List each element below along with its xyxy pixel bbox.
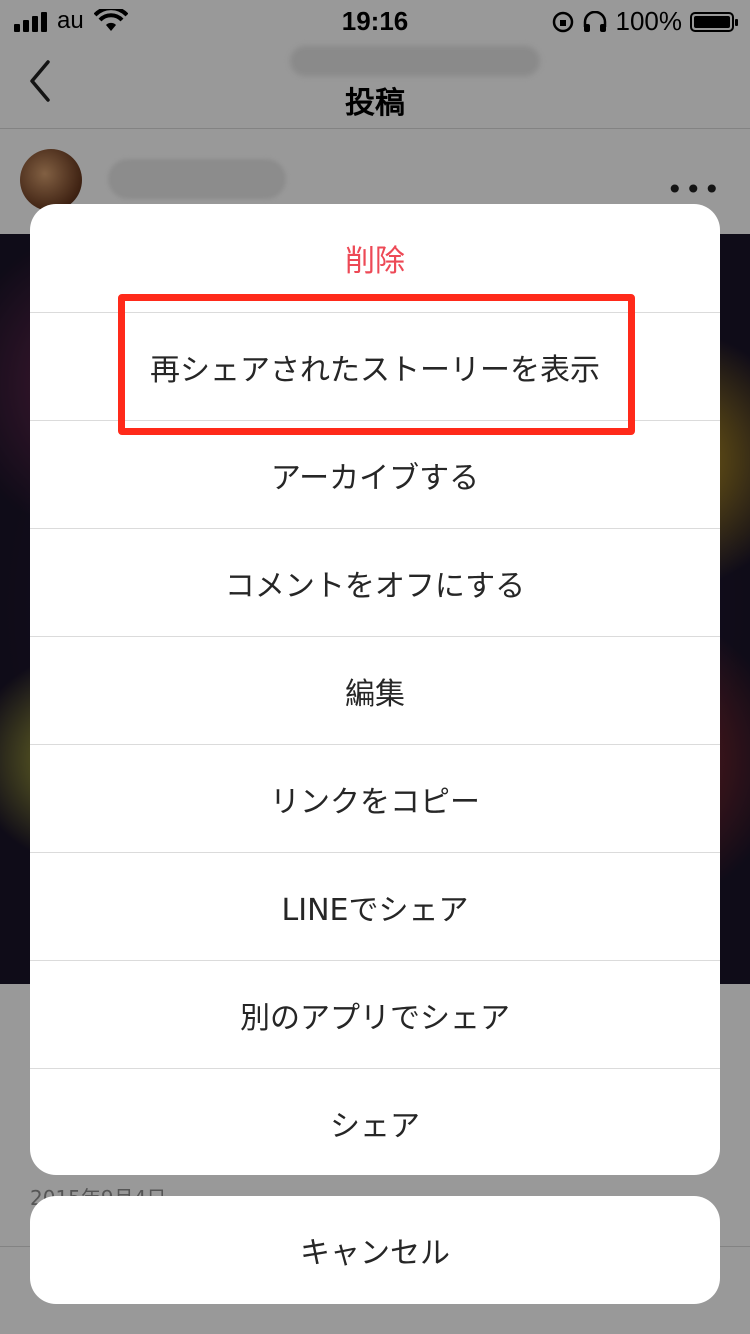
archive-button[interactable]: アーカイブする <box>30 420 720 528</box>
cancel-button[interactable]: キャンセル <box>30 1196 720 1304</box>
share-to-line-button[interactable]: LINEでシェア <box>30 852 720 960</box>
copy-link-button[interactable]: リンクをコピー <box>30 744 720 852</box>
turn-off-comments-button[interactable]: コメントをオフにする <box>30 528 720 636</box>
highlight-annotation-box <box>118 294 635 435</box>
share-to-other-app-button[interactable]: 別のアプリでシェア <box>30 960 720 1068</box>
screen: au 19:16 100% 投稿 ••• 削除 再シェアされたストーリーを表示 … <box>0 0 750 1334</box>
share-button[interactable]: シェア <box>30 1068 720 1175</box>
edit-button[interactable]: 編集 <box>30 636 720 744</box>
